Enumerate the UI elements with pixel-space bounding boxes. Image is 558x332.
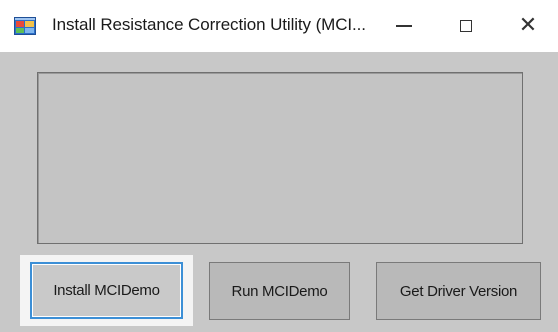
maximize-button[interactable]	[436, 0, 496, 52]
close-button[interactable]: ✕	[498, 0, 558, 52]
application-window-icon	[14, 17, 36, 35]
install-mcidemo-button-focus-ring: Install MCIDemo	[20, 255, 193, 326]
app-window: Install Resistance Correction Utility (M…	[0, 0, 558, 332]
minimize-button[interactable]	[374, 0, 434, 52]
window-title: Install Resistance Correction Utility (M…	[52, 15, 366, 34]
maximize-icon	[460, 20, 472, 32]
get-driver-version-button[interactable]: Get Driver Version	[376, 262, 541, 320]
output-textbox[interactable]	[37, 72, 523, 244]
install-mcidemo-label: Install MCIDemo	[53, 282, 160, 299]
get-driver-version-label: Get Driver Version	[399, 282, 518, 300]
install-mcidemo-button[interactable]: Install MCIDemo	[30, 262, 183, 319]
run-mcidemo-label: Run MCIDemo	[231, 282, 328, 300]
minimize-icon	[396, 25, 412, 27]
close-icon: ✕	[518, 13, 538, 38]
run-mcidemo-button[interactable]: Run MCIDemo	[209, 262, 350, 320]
title-bar[interactable]: Install Resistance Correction Utility (M…	[0, 0, 558, 52]
